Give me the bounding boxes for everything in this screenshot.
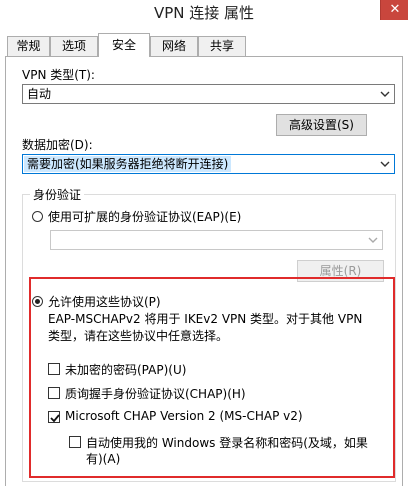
chap-label: 质询握手身份验证协议(CHAP)(H) — [65, 387, 246, 401]
mschapv2-checkbox[interactable] — [48, 411, 60, 423]
advanced-settings-button[interactable]: 高级设置(S) — [276, 114, 367, 136]
encryption-value: 需要加密(如果服务器拒绝将断开连接) — [24, 156, 232, 172]
encryption-label: 数据加密(D): — [22, 138, 93, 152]
mschapv2-label: Microsoft CHAP Version 2 (MS-CHAP v2) — [65, 409, 303, 423]
chevron-down-icon — [368, 237, 378, 243]
pap-checkbox[interactable] — [48, 363, 60, 375]
encryption-select[interactable]: 需要加密(如果服务器拒绝将断开连接) — [22, 154, 395, 174]
radio-selected-dot — [35, 299, 40, 304]
tab-label: 网络 — [161, 39, 186, 53]
tab-security[interactable]: 安全 — [98, 33, 150, 57]
ikev2-description-line1: EAP-MSCHAPv2 将用于 IKEv2 VPN 类型。对于其他 VPN — [48, 312, 363, 326]
tab-general[interactable]: 常规 — [7, 36, 50, 56]
close-icon: ✕ — [389, 2, 401, 17]
pap-label: 未加密的密码(PAP)(U) — [65, 363, 187, 377]
eap-radio-label: 使用可扩展的身份验证协议(EAP)(E) — [48, 210, 242, 224]
tab-label: 共享 — [209, 39, 234, 53]
chap-checkbox[interactable] — [48, 387, 60, 399]
eap-method-select[interactable] — [50, 230, 383, 250]
auto-logon-checkbox[interactable] — [69, 436, 81, 448]
auth-group-title: 身份验证 — [30, 186, 85, 203]
window-title: VPN 连接 属性 — [153, 4, 255, 22]
chevron-down-icon — [380, 161, 390, 167]
vpn-type-value: 自动 — [27, 87, 52, 101]
tab-label: 安全 — [111, 38, 136, 52]
auto-logon-label-line1: 自动使用我的 Windows 登录名称和密码(及域，如果 — [86, 436, 368, 450]
chevron-down-icon — [380, 91, 390, 97]
eap-radio[interactable] — [32, 211, 43, 222]
close-button[interactable]: ✕ — [380, 0, 408, 20]
tab-options[interactable]: 选项 — [50, 36, 98, 56]
tab-sharing[interactable]: 共享 — [198, 36, 246, 56]
vpn-type-label: VPN 类型(T): — [22, 68, 95, 82]
tab-label: 常规 — [16, 39, 41, 53]
tab-network[interactable]: 网络 — [150, 36, 198, 56]
ikev2-description-line2: 类型，请在这些协议中任意选择。 — [48, 329, 229, 343]
auto-logon-label-line2: 有)(A) — [86, 452, 121, 466]
tab-label: 选项 — [61, 39, 86, 53]
checkmark-icon — [50, 414, 60, 423]
vpn-type-select[interactable]: 自动 — [22, 84, 395, 104]
allow-protocols-label: 允许使用这些协议(P) — [48, 295, 161, 309]
allow-protocols-radio[interactable] — [32, 296, 43, 307]
